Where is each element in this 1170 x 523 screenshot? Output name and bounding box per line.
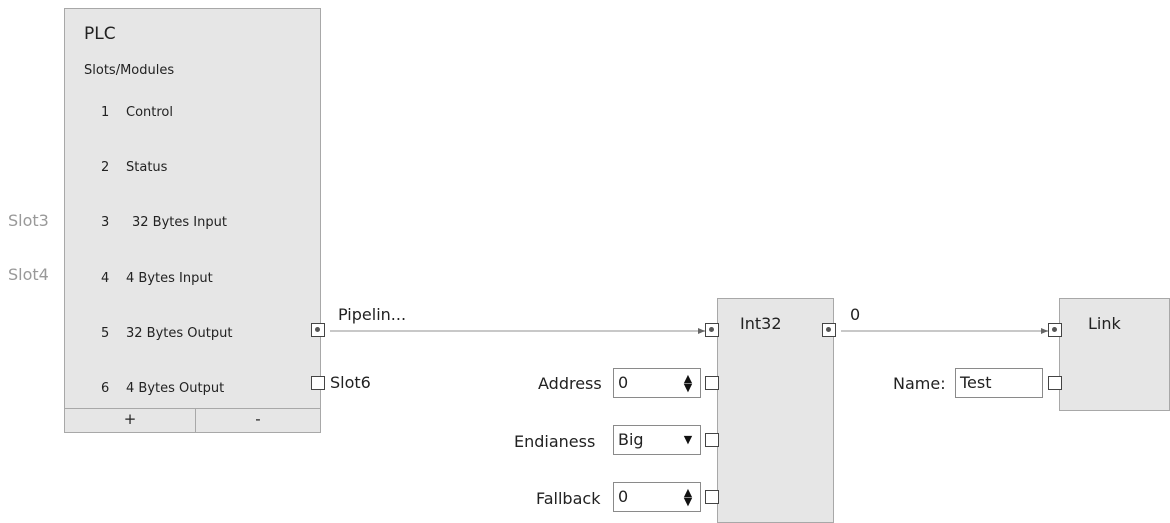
remove-module-button[interactable]: - [196, 409, 320, 433]
add-module-button[interactable]: + [65, 409, 196, 433]
int32-title: Int32 [740, 314, 782, 333]
plc-output-port-slot6[interactable] [311, 376, 325, 390]
module-label: 4 Bytes Output [126, 381, 225, 396]
plc-subtitle: Slots/Modules [84, 63, 175, 78]
endianess-select[interactable]: Big ▼ [613, 425, 701, 455]
module-label: Status [126, 160, 168, 175]
plc-title: PLC [84, 24, 116, 44]
spinner-arrows-icon[interactable]: ▲ ▼ [682, 373, 694, 393]
fallback-label: Fallback [536, 489, 601, 508]
wire-int32-to-link [841, 330, 1048, 332]
module-number: 6 [101, 381, 110, 396]
spinner-arrows-icon[interactable]: ▲ ▼ [682, 487, 694, 507]
chevron-down-icon: ▼ [683, 433, 693, 446]
link-node[interactable]: Link [1059, 298, 1170, 411]
name-label: Name: [893, 374, 946, 393]
endianess-label: Endianess [514, 432, 596, 451]
slot-label-4: Slot4 [8, 265, 49, 284]
int32-output-label: 0 [850, 305, 861, 324]
module-number: 2 [101, 160, 110, 175]
plc-node[interactable]: PLC Slots/Modules 1 Control 2 Status 3 3… [64, 8, 321, 433]
fallback-value: 0 [618, 487, 629, 506]
endianess-value: Big [618, 430, 644, 449]
name-input[interactable]: Test [955, 368, 1043, 398]
module-number: 3 [101, 215, 110, 230]
plc-footer: + - [65, 408, 320, 433]
module-number: 5 [101, 326, 110, 341]
address-input-port[interactable] [705, 376, 719, 390]
fallback-input-port[interactable] [705, 490, 719, 504]
wire-pipeline-to-int32 [330, 330, 705, 332]
module-label: Control [126, 105, 173, 120]
fallback-input[interactable]: 0 ▲ ▼ [613, 482, 701, 512]
name-value: Test [960, 373, 992, 392]
plc-output-port-pipeline[interactable] [311, 323, 325, 337]
link-title: Link [1088, 314, 1121, 333]
slot-label-3: Slot3 [8, 211, 49, 230]
remove-module-label: - [255, 410, 261, 428]
address-value: 0 [618, 373, 629, 392]
module-label: 32 Bytes Input [132, 215, 227, 230]
module-number: 1 [101, 105, 110, 120]
module-label: 32 Bytes Output [126, 326, 233, 341]
address-label: Address [538, 374, 602, 393]
module-label: 4 Bytes Input [126, 271, 213, 286]
module-number: 4 [101, 271, 110, 286]
name-input-port[interactable] [1048, 376, 1062, 390]
slot6-output-label: Slot6 [330, 373, 371, 392]
pipeline-output-label: Pipelin... [338, 305, 407, 324]
address-input[interactable]: 0 ▲ ▼ [613, 368, 701, 398]
link-input-port[interactable] [1041, 323, 1062, 337]
int32-output-port[interactable] [822, 323, 836, 337]
endianess-input-port[interactable] [705, 433, 719, 447]
int32-node[interactable]: Int32 [717, 298, 834, 523]
int32-input-port[interactable] [698, 323, 719, 337]
add-module-label: + [123, 410, 137, 428]
